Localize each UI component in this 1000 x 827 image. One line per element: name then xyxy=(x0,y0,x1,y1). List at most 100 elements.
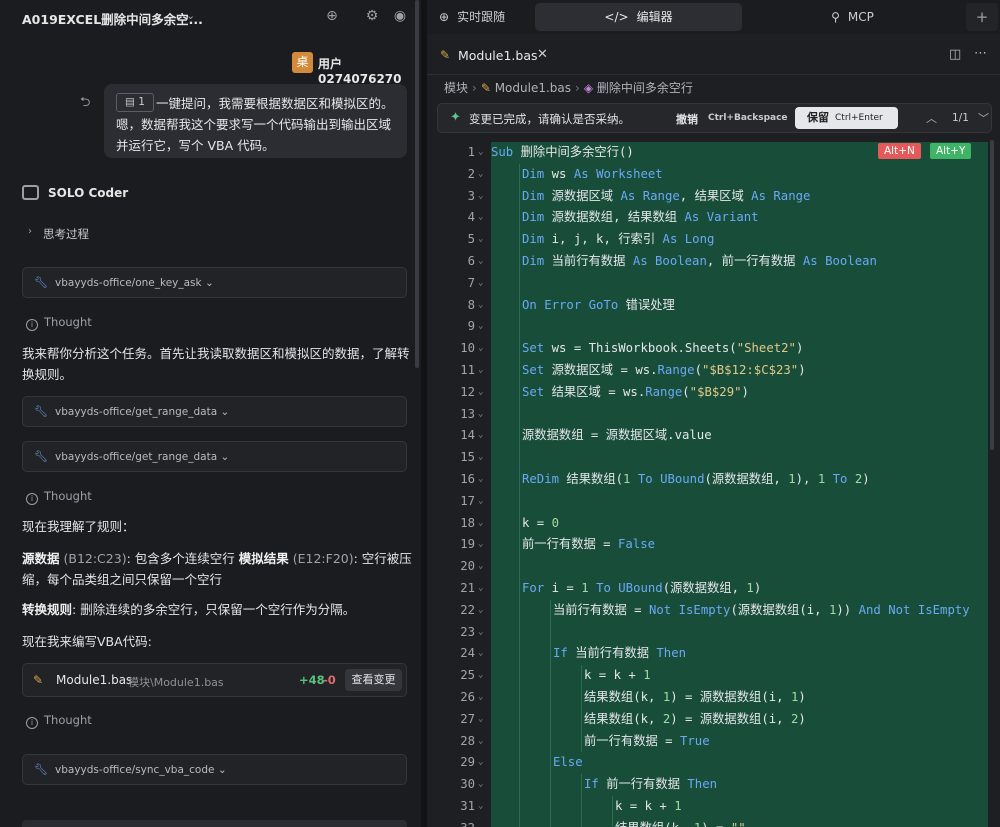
tool-call-card[interactable]: 🔧︎ vbayyds-office/one_key_ask ⌄ xyxy=(22,267,407,298)
fold-chevron-icon[interactable]: ⌄ xyxy=(478,513,483,535)
code-line[interactable]: 23 ⌄ xyxy=(427,621,1000,644)
fold-chevron-icon[interactable]: ⌄ xyxy=(478,774,483,796)
breadcrumb-item[interactable]: 模块 xyxy=(444,81,468,95)
fold-chevron-icon[interactable]: ⌄ xyxy=(478,818,483,827)
code-line[interactable]: 14 ⌄ 源数据数组 = 源数据区域.value xyxy=(427,425,1000,448)
fold-chevron-icon[interactable]: ⌄ xyxy=(478,556,483,578)
fold-chevron-icon[interactable]: ⌄ xyxy=(478,622,483,644)
code-line[interactable]: 15 ⌄ xyxy=(427,447,1000,469)
fold-chevron-icon[interactable]: ⌄ xyxy=(478,796,483,818)
code-line[interactable]: 22 ⌄ 当前行有数据 = Not IsEmpty(源数据数组(i, 1)) And… xyxy=(427,599,1000,622)
file-tab[interactable]: ✎ Module1.bas ✕ xyxy=(427,38,559,74)
code-line[interactable]: 16 ⌄ ReDim 结果数组(1 To UBound(源数据数组, 1), 1 T… xyxy=(427,469,1000,491)
code-line[interactable]: 12 ⌄ Set 结果区域 = ws.Range("$B$29") xyxy=(427,381,1000,404)
code-line[interactable]: 31 ⌄ k = k + 1 xyxy=(427,796,1000,818)
close-icon[interactable]: ✕ xyxy=(537,47,548,62)
fold-chevron-icon[interactable]: ⌄ xyxy=(478,251,483,273)
code-line[interactable]: 4 ⌄ Dim 源数据数组, 结果数组 As Variant xyxy=(427,207,1000,230)
thinking-process-toggle[interactable]: 思考过程 xyxy=(43,226,89,242)
fold-chevron-icon[interactable]: ⌄ xyxy=(478,404,483,426)
fold-chevron-icon[interactable]: ⌄ xyxy=(478,752,483,774)
code-line[interactable]: 29 ⌄ Else xyxy=(427,752,1000,775)
code-line[interactable]: 2 ⌄ Dim ws As Worksheet xyxy=(427,163,1000,186)
split-view-icon[interactable]: ◫ xyxy=(949,47,961,62)
add-tab-button[interactable]: + xyxy=(966,3,998,31)
fold-chevron-icon[interactable]: ⌄ xyxy=(478,447,483,469)
fold-chevron-icon[interactable]: ⌄ xyxy=(478,186,483,208)
accept-shortcut-badge[interactable]: Alt+Y xyxy=(930,143,972,159)
fold-chevron-icon[interactable]: ⌄ xyxy=(478,316,483,338)
chevron-up-icon[interactable]: ︿ xyxy=(926,110,937,126)
view-changes-button[interactable]: 查看变更 xyxy=(345,669,402,691)
breadcrumb-item[interactable]: 删除中间多余空行 xyxy=(597,81,693,95)
code-line[interactable]: 3 ⌄ Dim 源数据区域 As Range, 结果区域 As Range xyxy=(427,185,1000,208)
tab-editor[interactable]: </> 编辑器 xyxy=(535,3,742,31)
fold-chevron-icon[interactable]: ⌄ xyxy=(478,207,483,229)
fold-chevron-icon[interactable]: ⌄ xyxy=(478,142,483,164)
code-line[interactable]: 27 ⌄ 结果数组(k, 2) = 源数据数组(i, 2) xyxy=(427,708,1000,731)
chevron-down-icon[interactable]: ⌄ xyxy=(186,9,195,22)
code-line[interactable]: 24 ⌄ If 当前行有数据 Then xyxy=(427,643,1000,666)
fold-chevron-icon[interactable]: ⌄ xyxy=(478,469,483,491)
chevron-right-icon[interactable]: › xyxy=(28,226,32,237)
fold-chevron-icon[interactable]: ⌄ xyxy=(478,295,483,317)
fold-chevron-icon[interactable]: ⌄ xyxy=(478,578,483,600)
chevron-down-icon[interactable]: ﹀ xyxy=(978,110,989,126)
scrollbar[interactable] xyxy=(415,0,419,368)
scrollbar[interactable] xyxy=(990,140,994,450)
code-line[interactable]: 7 ⌄ xyxy=(427,272,1000,295)
code-line[interactable]: 10 ⌄ Set ws = ThisWorkbook.Sheets("Sheet2"… xyxy=(427,338,1000,360)
code-text: k = 0 xyxy=(522,515,560,530)
tool-call-card[interactable]: 🔧︎ vbayyds-office/get_range_data ⌄ xyxy=(22,441,407,472)
fold-chevron-icon[interactable]: ⌄ xyxy=(478,425,483,447)
tab-mcp[interactable]: ⚲ MCP xyxy=(749,3,956,31)
fold-chevron-icon[interactable]: ⌄ xyxy=(478,491,483,513)
code-line[interactable]: 26 ⌄ 结果数组(k, 1) = 源数据数组(i, 1) xyxy=(427,687,1000,709)
fold-chevron-icon[interactable]: ⌄ xyxy=(478,164,483,186)
breadcrumb-item[interactable]: Module1.bas xyxy=(495,81,571,95)
account-icon[interactable]: ◉ xyxy=(392,8,408,24)
keep-button[interactable]: 保留 Ctrl+Enter xyxy=(795,107,898,129)
more-icon[interactable]: ⋯ xyxy=(974,46,987,61)
code-line[interactable]: 28 ⌄ 前一行有数据 = True xyxy=(427,730,1000,753)
code-line[interactable]: 17 ⌄ xyxy=(427,490,1000,513)
fold-chevron-icon[interactable]: ⌄ xyxy=(478,273,483,295)
fold-chevron-icon[interactable]: ⌄ xyxy=(478,382,483,404)
gear-icon[interactable]: ⚙ xyxy=(364,8,380,24)
code-line[interactable]: 6 ⌄ Dim 当前行有数据 As Boolean, 前一行有数据 As Boole… xyxy=(427,251,1000,273)
fold-chevron-icon[interactable]: ⌄ xyxy=(478,360,483,382)
tool-call-card[interactable]: 🔧︎ vbayyds-office/sync_vba_code ⌄ xyxy=(22,754,407,785)
code-line[interactable]: 32⌄ 结果数组(k, 1) = "" xyxy=(427,817,1000,827)
code-editor[interactable]: 1 ⌄ Sub 删除中间多余空行() 2 ⌄ Dim ws As Worksheet 3 ⌄ D… xyxy=(427,140,1000,827)
fold-chevron-icon[interactable]: ⌄ xyxy=(478,229,483,251)
code-line[interactable]: 20 ⌄ xyxy=(427,556,1000,578)
file-change-card[interactable]: ✎ Module1.bas 模块\Module1.bas +48 -0 查看变更 xyxy=(22,663,407,697)
fold-chevron-icon[interactable]: ⌄ xyxy=(478,338,483,360)
code-line[interactable]: 5 ⌄ Dim i, j, k, 行索引 As Long xyxy=(427,229,1000,251)
fold-chevron-icon[interactable]: ⌄ xyxy=(478,534,483,556)
code-line[interactable]: 21 ⌄ For i = 1 To UBound(源数据数组, 1) xyxy=(427,578,1000,600)
code-line[interactable]: 25 ⌄ k = k + 1 xyxy=(427,665,1000,687)
new-chat-icon[interactable]: ⊕ xyxy=(324,8,340,24)
fold-chevron-icon[interactable]: ⌄ xyxy=(478,665,483,687)
code-line[interactable]: 19 ⌄ 前一行有数据 = False xyxy=(427,534,1000,557)
tab-live-follow[interactable]: ⊕ 实时跟随 xyxy=(439,3,531,31)
code-line[interactable]: 11 ⌄ Set 源数据区域 = ws.Range("$B$12:$C$23") xyxy=(427,360,1000,382)
code-line[interactable]: 18 ⌄ k = 0 xyxy=(427,512,1000,535)
fold-chevron-icon[interactable]: ⌄ xyxy=(478,643,483,665)
fold-chevron-icon[interactable]: ⌄ xyxy=(478,709,483,731)
code-line[interactable]: 8 ⌄ On Error GoTo 错误处理 xyxy=(427,294,1000,317)
fold-chevron-icon[interactable]: ⌄ xyxy=(478,600,483,622)
code-line[interactable]: 30 ⌄ If 前一行有数据 Then xyxy=(427,774,1000,796)
tool-call-card[interactable]: 🔧︎ vbayyds-office/get_range_data ⌄ xyxy=(22,396,407,427)
reject-shortcut-badge[interactable]: Alt+N xyxy=(878,143,921,159)
code-line[interactable]: 9 ⌄ xyxy=(427,316,1000,339)
undo-icon[interactable]: ⮌ xyxy=(80,93,90,115)
undo-button[interactable]: 撤销 xyxy=(676,111,698,127)
input-box-edge[interactable] xyxy=(22,820,407,827)
code-line[interactable]: 13 ⌄ xyxy=(427,403,1000,426)
session-title[interactable]: A019EXCEL删除中间多余空... xyxy=(22,9,203,28)
info-icon: i xyxy=(26,319,38,331)
fold-chevron-icon[interactable]: ⌄ xyxy=(478,731,483,753)
fold-chevron-icon[interactable]: ⌄ xyxy=(478,687,483,709)
